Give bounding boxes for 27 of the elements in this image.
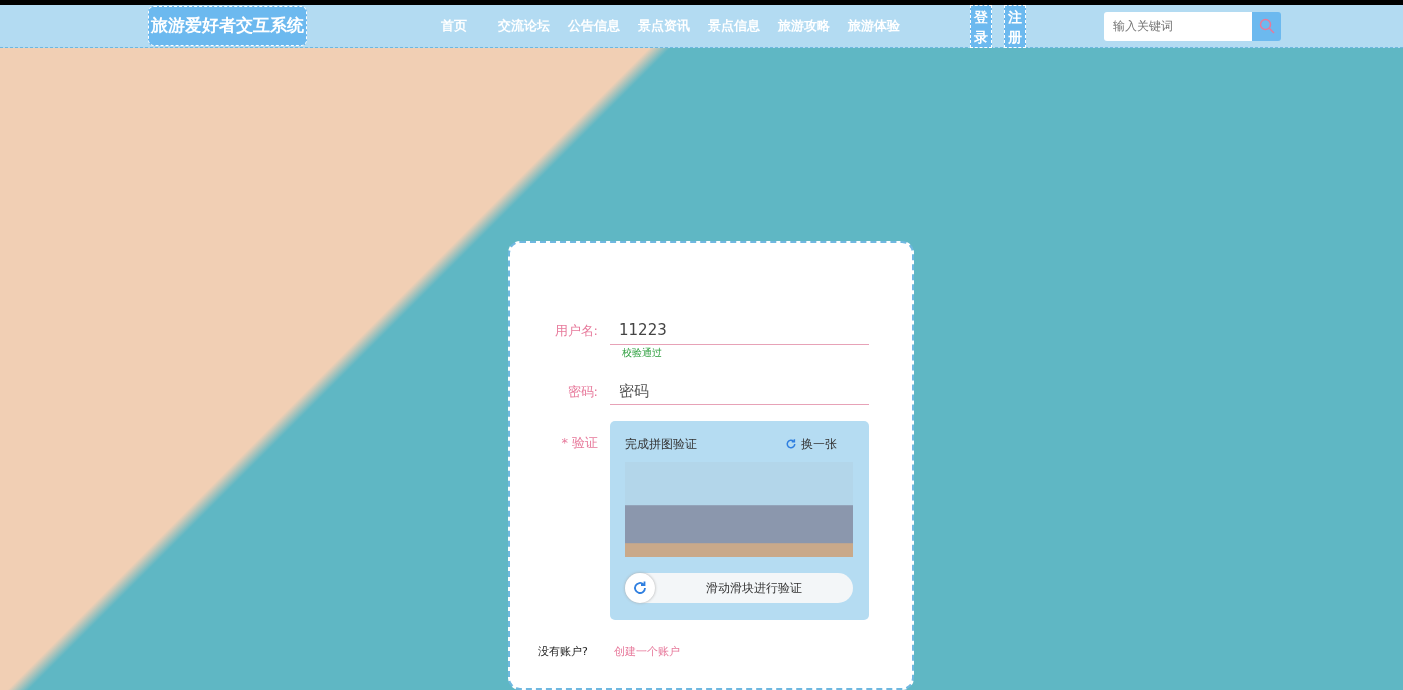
required-asterisk: * xyxy=(561,434,568,452)
site-title: 旅游爱好者交互系统 xyxy=(148,6,307,46)
validation-message: 校验通过 xyxy=(622,345,663,360)
username-field[interactable]: 11223 xyxy=(610,317,869,345)
nav-link[interactable]: 景点资讯 xyxy=(638,16,690,36)
nav-link[interactable]: 旅游攻略 xyxy=(778,16,830,36)
refresh-icon xyxy=(785,438,797,450)
field-label: 用户名: xyxy=(553,322,599,340)
slider-instruction: 滑动滑块进行验证 xyxy=(705,580,803,597)
field-label: 验证 xyxy=(572,434,598,452)
nav-link[interactable]: 公告信息 xyxy=(568,16,620,36)
auth-button[interactable]: 登录 xyxy=(970,5,992,48)
refresh-button[interactable]: 换一张 xyxy=(785,435,837,453)
nav-link[interactable]: 首页 xyxy=(441,16,467,36)
captcha-title: 完成拼图验证 xyxy=(625,436,697,453)
password-field[interactable]: 密码 xyxy=(610,377,869,405)
refresh-icon xyxy=(632,580,648,596)
signup-prompt: 没有账户? xyxy=(538,644,588,660)
search-icon xyxy=(1258,18,1275,34)
search-field[interactable]: 输入关键词 xyxy=(1104,11,1252,41)
create-account-link[interactable]: 创建一个账户 xyxy=(613,644,680,661)
field-label: 密码: xyxy=(566,382,599,401)
nav-link[interactable]: 景点信息 xyxy=(708,16,760,36)
nav-link[interactable]: 旅游体验 xyxy=(848,16,900,36)
auth-button[interactable]: 注册 xyxy=(1004,5,1026,48)
slider-handle[interactable] xyxy=(625,573,655,603)
nav-link[interactable]: 交流论坛 xyxy=(498,16,550,36)
